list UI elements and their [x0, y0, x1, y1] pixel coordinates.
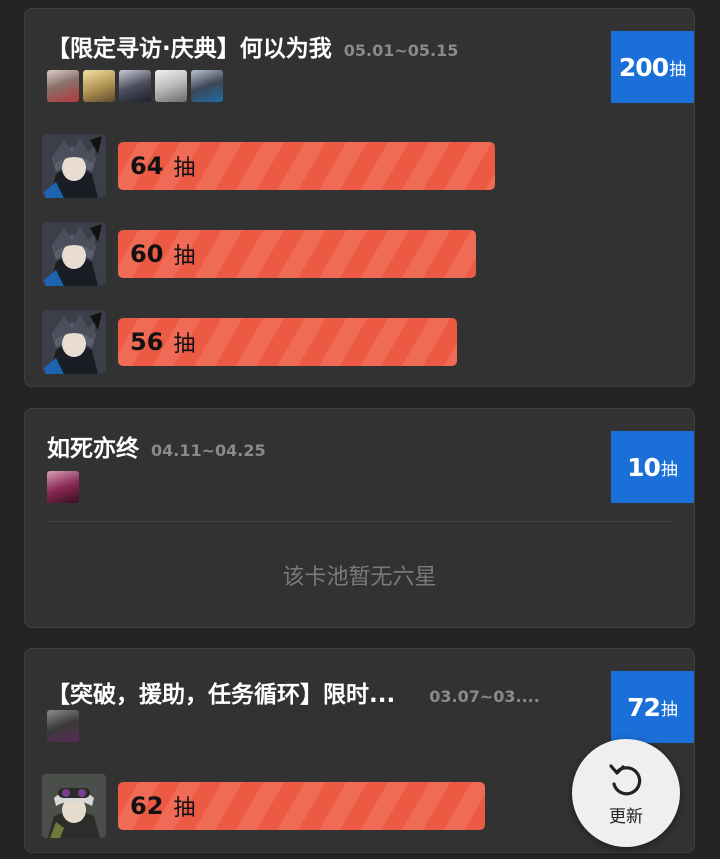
- badge-unit: 抽: [660, 699, 678, 720]
- operator-avatar: [155, 70, 187, 102]
- pull-count-badge: 10 抽: [611, 431, 694, 503]
- pull-count-bar: 60 抽: [118, 230, 476, 278]
- pull-count: 64: [130, 152, 164, 180]
- pull-count: 56: [130, 328, 164, 356]
- operator-thumbnails: [47, 710, 79, 742]
- pool-title: 【突破，援助，任务循环】限时...: [47, 682, 396, 708]
- operator-avatar: [47, 710, 79, 742]
- pool-title: 【限定寻访·庆典】何以为我: [47, 36, 332, 62]
- operator-portrait: [42, 222, 106, 286]
- pull-count-badge: 72 抽: [611, 671, 694, 743]
- pull-unit: 抽: [173, 332, 196, 357]
- pool-dates: 03.07~03....: [429, 687, 540, 706]
- pool-dates: 05.01~05.15: [343, 41, 459, 60]
- pull-unit: 抽: [173, 244, 196, 269]
- operator-portrait: [42, 310, 106, 374]
- operator-avatar: [191, 70, 223, 102]
- pull-count-bar: 62 抽: [118, 782, 485, 830]
- pull-count: 62: [130, 792, 164, 820]
- badge-count: 10: [627, 452, 661, 482]
- operator-avatar: [83, 70, 115, 102]
- operator-avatar: [47, 70, 79, 102]
- pull-unit: 抽: [173, 156, 196, 181]
- pool-dates: 04.11~04.25: [151, 441, 266, 460]
- divider: [47, 521, 672, 522]
- operator-portrait: [42, 774, 106, 838]
- pool-card[interactable]: 如死亦终 04.11~04.25 10 抽 该卡池暂无六星: [24, 408, 695, 628]
- refresh-icon: [609, 763, 642, 795]
- pool-title: 如死亦终: [47, 436, 139, 462]
- operator-avatar: [119, 70, 151, 102]
- operator-thumbnails: [47, 70, 223, 102]
- badge-unit: 抽: [669, 59, 687, 80]
- pool-header: 如死亦终 04.11~04.25: [47, 429, 266, 463]
- pool-header: 【限定寻访·庆典】何以为我 05.01~05.15: [47, 29, 458, 63]
- pool-card[interactable]: 【限定寻访·庆典】何以为我 05.01~05.15 200 抽 64 抽 60 …: [24, 8, 695, 387]
- pull-count-badge: 200 抽: [611, 31, 694, 103]
- operator-thumbnails: [47, 471, 79, 503]
- empty-state-text: 该卡池暂无六星: [282, 565, 437, 590]
- badge-count: 72: [627, 692, 661, 722]
- operator-portrait: [42, 134, 106, 198]
- pool-header: 【突破，援助，任务循环】限时... 03.07~03....: [47, 675, 540, 709]
- refresh-button[interactable]: 更新: [572, 739, 680, 847]
- badge-unit: 抽: [660, 459, 678, 480]
- pull-count-bar: 56 抽: [118, 318, 457, 366]
- operator-avatar: [47, 471, 79, 503]
- pull-count-bar: 64 抽: [118, 142, 495, 190]
- refresh-label: 更新: [609, 806, 643, 827]
- pull-count: 60: [130, 240, 164, 268]
- pull-unit: 抽: [173, 796, 196, 821]
- badge-count: 200: [618, 52, 669, 82]
